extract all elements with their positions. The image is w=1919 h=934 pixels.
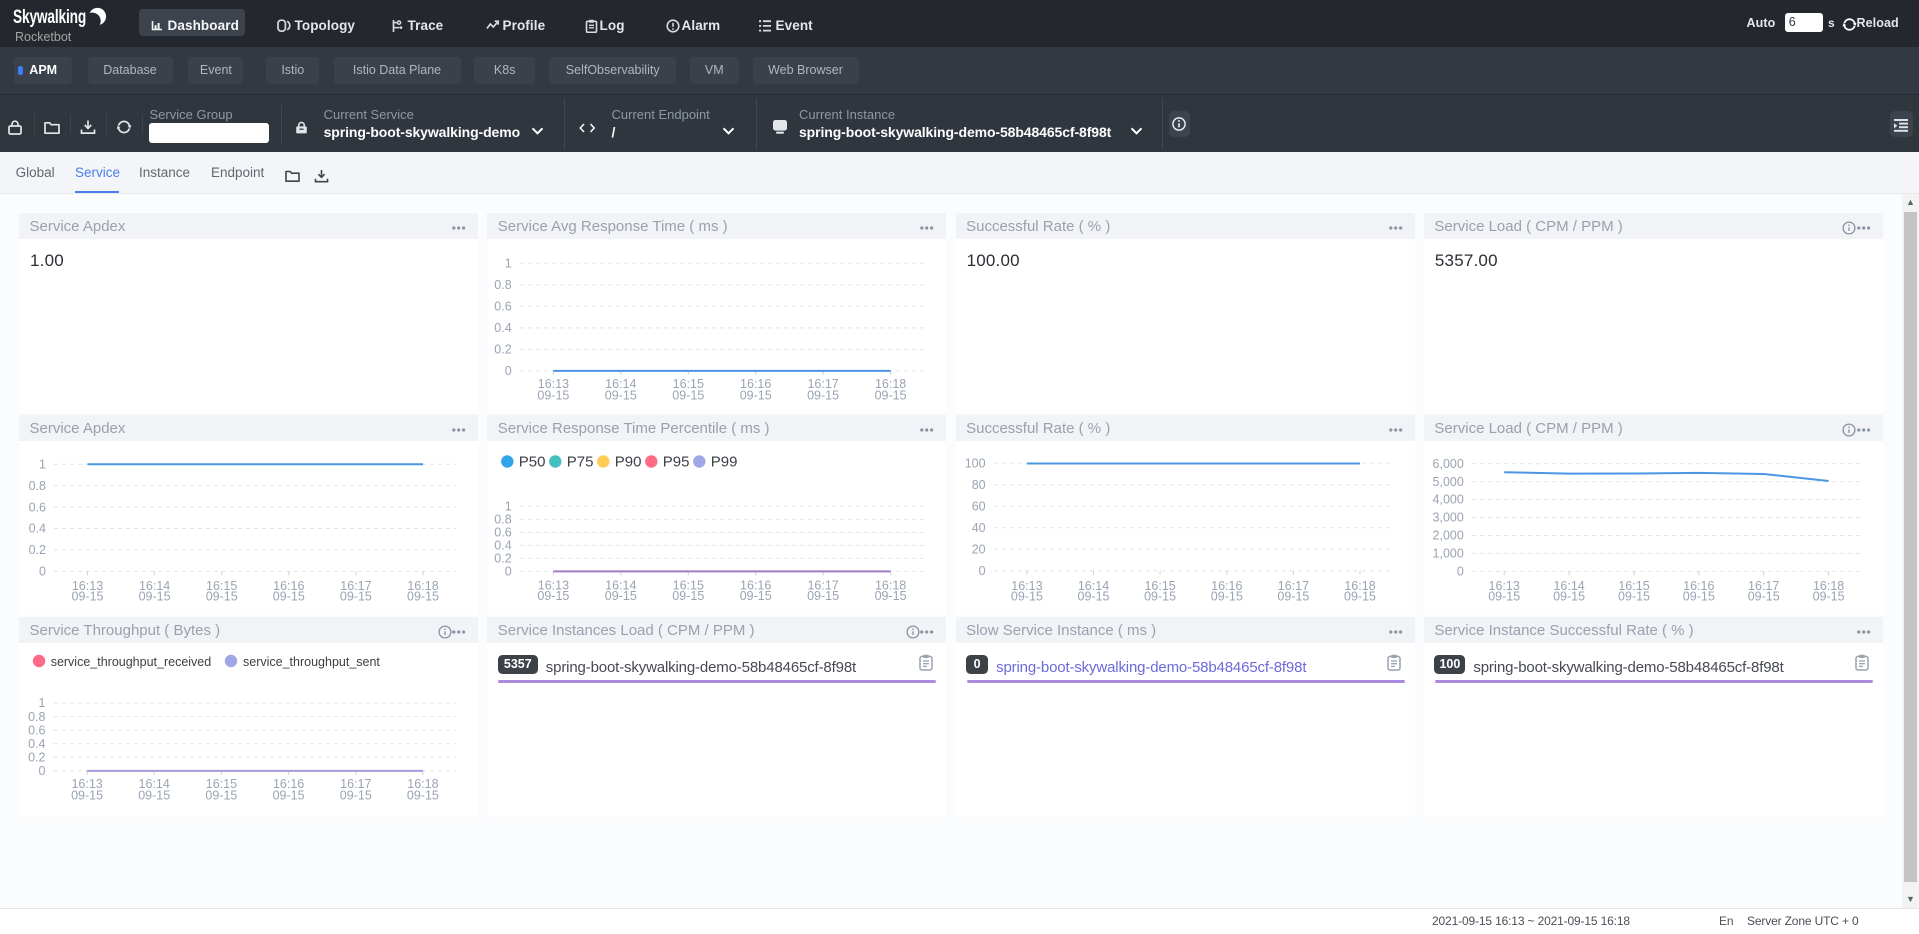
svg-text:09-15: 09-15 — [273, 590, 305, 604]
svg-text:service_throughput_sent: service_throughput_sent — [243, 655, 380, 669]
svg-text:P90: P90 — [615, 453, 642, 470]
svg-text:09-15: 09-15 — [340, 789, 372, 803]
svg-text:60: 60 — [971, 500, 985, 514]
svg-text:09-15: 09-15 — [605, 389, 637, 403]
svg-text:09-15: 09-15 — [673, 589, 705, 603]
svg-text:100: 100 — [964, 457, 985, 471]
svg-text:0.2: 0.2 — [29, 543, 46, 557]
svg-text:0.4: 0.4 — [495, 539, 512, 553]
svg-text:09-15: 09-15 — [1748, 590, 1780, 604]
svg-text:0.6: 0.6 — [28, 723, 45, 737]
svg-text:2,000: 2,000 — [1432, 529, 1463, 543]
svg-text:4,000: 4,000 — [1432, 493, 1463, 507]
svg-text:09-15: 09-15 — [72, 590, 104, 604]
svg-text:09-15: 09-15 — [538, 589, 570, 603]
svg-text:0: 0 — [505, 565, 512, 579]
svg-text:0.8: 0.8 — [28, 710, 45, 724]
svg-text:09-15: 09-15 — [875, 389, 907, 403]
svg-text:0: 0 — [978, 564, 985, 578]
svg-text:09-15: 09-15 — [340, 590, 372, 604]
svg-text:09-15: 09-15 — [538, 389, 570, 403]
svg-text:0.2: 0.2 — [495, 343, 512, 357]
svg-text:1,000: 1,000 — [1432, 547, 1463, 561]
svg-text:1: 1 — [39, 696, 46, 710]
svg-text:09-15: 09-15 — [1277, 590, 1309, 604]
svg-text:0: 0 — [39, 565, 46, 579]
svg-text:09-15: 09-15 — [740, 589, 772, 603]
svg-text:0: 0 — [1457, 565, 1464, 579]
svg-text:0.6: 0.6 — [495, 526, 512, 540]
svg-text:service_throughput_received: service_throughput_received — [51, 655, 212, 669]
svg-text:09-15: 09-15 — [1488, 590, 1520, 604]
svg-text:P75: P75 — [567, 453, 594, 470]
svg-text:6,000: 6,000 — [1432, 457, 1463, 471]
svg-text:0.2: 0.2 — [495, 552, 512, 566]
svg-text:0: 0 — [505, 364, 512, 378]
svg-text:09-15: 09-15 — [407, 590, 439, 604]
svg-text:09-15: 09-15 — [1144, 590, 1176, 604]
svg-text:09-15: 09-15 — [1812, 590, 1844, 604]
svg-text:1: 1 — [505, 257, 512, 271]
svg-text:20: 20 — [971, 542, 985, 556]
svg-text:09-15: 09-15 — [71, 789, 103, 803]
svg-text:09-15: 09-15 — [807, 589, 839, 603]
svg-text:0.8: 0.8 — [495, 278, 512, 292]
svg-text:09-15: 09-15 — [1210, 590, 1242, 604]
svg-text:1: 1 — [39, 457, 46, 471]
svg-text:40: 40 — [971, 521, 985, 535]
svg-text:09-15: 09-15 — [605, 589, 637, 603]
svg-text:P95: P95 — [663, 453, 690, 470]
svg-text:09-15: 09-15 — [273, 789, 305, 803]
svg-text:09-15: 09-15 — [205, 789, 237, 803]
svg-text:09-15: 09-15 — [875, 589, 907, 603]
svg-text:P50: P50 — [519, 453, 546, 470]
svg-text:0.2: 0.2 — [28, 751, 45, 765]
svg-text:09-15: 09-15 — [807, 389, 839, 403]
svg-text:09-15: 09-15 — [1683, 590, 1715, 604]
svg-text:0.4: 0.4 — [495, 321, 512, 335]
svg-text:P99: P99 — [711, 453, 738, 470]
svg-text:3,000: 3,000 — [1432, 511, 1463, 525]
svg-text:09-15: 09-15 — [138, 789, 170, 803]
svg-text:09-15: 09-15 — [1077, 590, 1109, 604]
svg-text:0.6: 0.6 — [495, 300, 512, 314]
svg-text:09-15: 09-15 — [1553, 590, 1585, 604]
svg-text:09-15: 09-15 — [1618, 590, 1650, 604]
svg-text:09-15: 09-15 — [1344, 590, 1376, 604]
svg-text:09-15: 09-15 — [740, 389, 772, 403]
svg-text:0.6: 0.6 — [29, 500, 46, 514]
svg-text:1: 1 — [505, 500, 512, 514]
svg-text:5,000: 5,000 — [1432, 475, 1463, 489]
svg-text:09-15: 09-15 — [1011, 590, 1043, 604]
svg-text:0: 0 — [39, 764, 46, 778]
svg-text:09-15: 09-15 — [407, 789, 439, 803]
svg-text:09-15: 09-15 — [673, 389, 705, 403]
svg-text:0.8: 0.8 — [495, 513, 512, 527]
svg-text:09-15: 09-15 — [206, 590, 238, 604]
svg-text:0.4: 0.4 — [28, 737, 45, 751]
svg-text:09-15: 09-15 — [139, 590, 171, 604]
svg-text:80: 80 — [971, 478, 985, 492]
svg-text:0.8: 0.8 — [29, 479, 46, 493]
svg-text:0.4: 0.4 — [29, 522, 46, 536]
